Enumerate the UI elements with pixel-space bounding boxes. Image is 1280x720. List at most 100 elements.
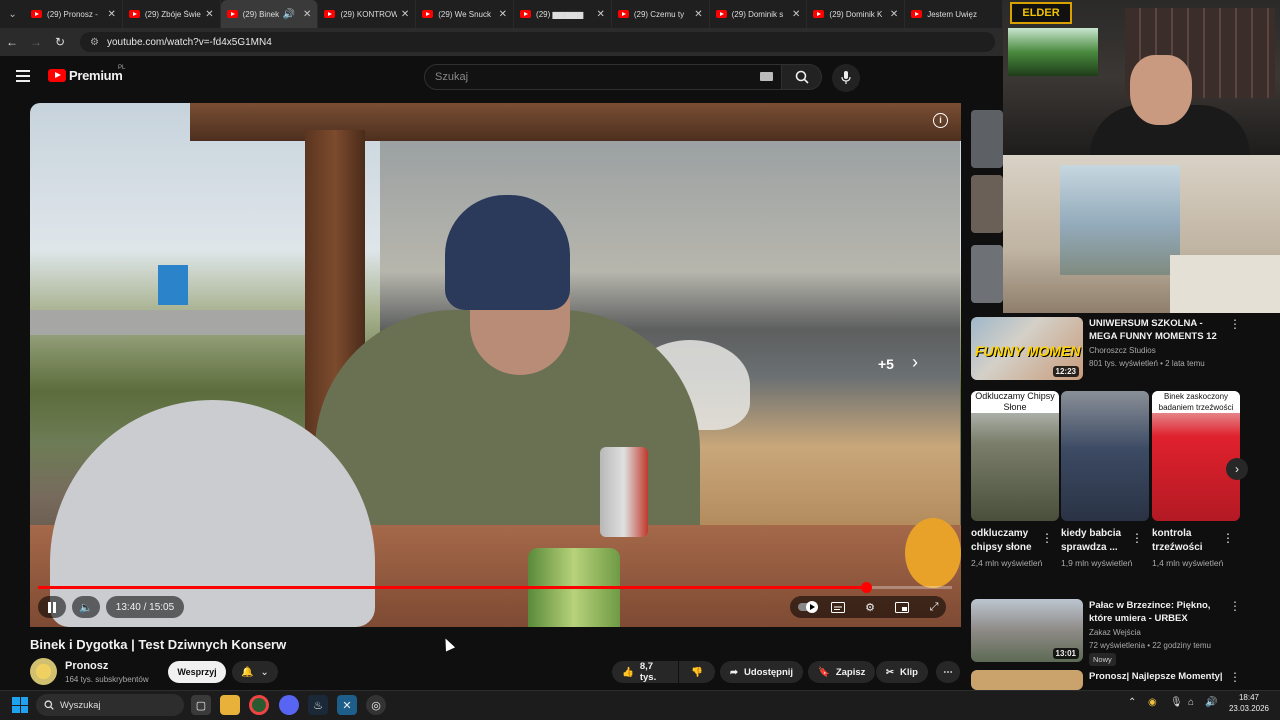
task-view-icon[interactable]: ▢ (191, 695, 211, 715)
close-tab-icon[interactable]: ✕ (792, 9, 800, 20)
browser-tab[interactable]: (29) Zbóje Świe ✕ (123, 0, 221, 28)
share-button[interactable]: ➦ Udostępnij (720, 661, 804, 683)
volume-button[interactable]: 🔈 (72, 596, 100, 618)
video-thumbnail[interactable]: FUNNY MOMEN 12:23 (971, 317, 1083, 380)
support-button[interactable]: Wesprzyj (168, 661, 226, 683)
tab-search-chevron-icon[interactable]: ⌄ (0, 0, 25, 28)
channel-avatar[interactable] (30, 658, 57, 685)
menu-hamburger-icon[interactable] (16, 70, 30, 82)
app-window-icon[interactable]: ✕ (337, 695, 357, 715)
short-item[interactable]: kiedy babcia sprawdza ... 1,9 mln wyświe… (1061, 391, 1149, 569)
close-tab-icon[interactable]: ✕ (107, 9, 115, 20)
taskbar-clock[interactable]: 18:47 23.03.2026 (1224, 692, 1274, 714)
microphone-icon (841, 71, 851, 84)
browser-tab-active[interactable]: (29) Binek 🔊 ✕ (220, 0, 319, 28)
taskbar-search-input[interactable]: Wyszukaj (36, 694, 184, 716)
windows-start-icon[interactable] (12, 697, 28, 713)
more-actions-button[interactable]: ⋯ (936, 661, 960, 683)
chrome-icon[interactable] (249, 695, 269, 715)
like-button[interactable]: 👍 8,7 tys. (612, 661, 678, 683)
site-settings-icon[interactable]: ⚙ (90, 37, 99, 48)
browser-tab[interactable]: (29) We Snuck ✕ (416, 0, 515, 28)
save-button[interactable]: 🔖 Zapisz (808, 661, 876, 683)
progress-scrubber[interactable] (861, 582, 873, 593)
back-arrow-icon[interactable]: ← (0, 35, 24, 49)
browser-tab[interactable]: (29) Dominik K ✕ (807, 0, 906, 28)
video-thumbnail[interactable] (971, 110, 1003, 168)
close-tab-icon[interactable]: ✕ (890, 9, 898, 20)
short-thumbnail[interactable]: Odkluczamy Chipsy Słone (971, 391, 1059, 521)
video-title[interactable]: Pronosz| Najlepsze Momenty| (1089, 670, 1229, 683)
keyboard-icon[interactable] (760, 72, 773, 81)
browser-tab[interactable]: (29) Czemu ty ✕ (612, 0, 710, 28)
recommended-video[interactable]: FUNNY MOMEN 12:23 UNIWERSUM SZKOLNA - ME… (971, 317, 1271, 380)
pause-button[interactable] (38, 596, 66, 618)
voice-search-button[interactable] (832, 64, 860, 92)
more-vertical-icon[interactable]: ⋮ (1229, 599, 1241, 613)
recommended-video[interactable]: Pronosz| Najlepsze Momenty| ⋮ (971, 670, 1271, 690)
video-thumbnail[interactable]: 13:01 (971, 599, 1083, 662)
more-vertical-icon[interactable]: ⋮ (1229, 317, 1241, 331)
short-thumbnail[interactable]: Binek zaskoczony badaniem trzeźwości (1152, 391, 1240, 521)
browser-tab[interactable]: (29) KONTROW ✕ (318, 0, 417, 28)
file-explorer-icon[interactable] (220, 695, 240, 715)
forward-arrow-icon[interactable]: → (24, 35, 48, 49)
settings-gear-icon[interactable]: ⚙ (862, 599, 878, 615)
speaker-tray-icon[interactable]: 🔊 (1205, 697, 1217, 708)
search-input[interactable]: Szukaj (424, 64, 782, 90)
url-field[interactable]: ⚙ youtube.com/watch?v=-fd4x5G1MN4 (80, 32, 995, 52)
video-title[interactable]: Pałac w Brzezince: Piękno, które umiera … (1089, 599, 1229, 625)
youtube-premium-logo[interactable]: Premium PL (48, 65, 125, 83)
miniplayer-icon[interactable] (894, 599, 910, 615)
obs-icon[interactable]: ◎ (366, 695, 386, 715)
autoplay-toggle-icon[interactable] (798, 599, 820, 615)
close-tab-icon[interactable]: ✕ (694, 9, 702, 20)
search-button[interactable] (782, 64, 822, 90)
room-window (1060, 165, 1180, 275)
info-icon[interactable]: i (933, 113, 948, 128)
more-vertical-icon[interactable]: ⋮ (1222, 531, 1234, 545)
video-thumbnail[interactable] (971, 245, 1003, 303)
progress-bar[interactable] (38, 582, 952, 593)
recommended-video[interactable]: 13:01 Pałac w Brzezince: Piękno, które u… (971, 599, 1271, 666)
video-thumbnail[interactable] (971, 175, 1003, 233)
clip-button[interactable]: ✂ Klip (876, 661, 928, 683)
chevron-right-icon[interactable]: › (912, 352, 918, 373)
more-vertical-icon[interactable]: ⋮ (1229, 670, 1241, 684)
more-vertical-icon[interactable]: ⋮ (1131, 531, 1143, 545)
more-vertical-icon[interactable]: ⋮ (1041, 531, 1053, 545)
fullscreen-icon[interactable]: ⤢ (926, 599, 942, 615)
microphone-tray-icon[interactable]: 🎙 (1170, 697, 1183, 708)
tray-chevron-up-icon[interactable]: ⌃ (1128, 697, 1136, 708)
speaker-icon[interactable]: 🔊 (283, 9, 295, 20)
close-tab-icon[interactable]: ✕ (596, 9, 604, 20)
browser-tab[interactable]: (29) Dominik s ✕ (710, 0, 808, 28)
reload-icon[interactable]: ↻ (48, 35, 72, 49)
short-title: odkluczamy chipsy słone (971, 528, 1032, 553)
short-item[interactable]: Odkluczamy Chipsy Słone odkluczamy chips… (971, 391, 1059, 569)
tray-app-icon[interactable]: ◉ (1148, 697, 1157, 708)
steam-icon[interactable]: ♨ (308, 695, 328, 715)
video-title[interactable]: UNIWERSUM SZKOLNA - MEGA FUNNY MOMENTS 1… (1089, 317, 1229, 343)
browser-tab[interactable]: (29) ▆▆▆▆▆ ✕ (514, 0, 612, 28)
time-display: 13:40 / 15:05 (106, 596, 184, 618)
browser-tab[interactable]: (29) Pronosz - ✕ (25, 0, 123, 28)
close-tab-icon[interactable]: ✕ (205, 9, 213, 20)
short-thumbnail[interactable] (1061, 391, 1149, 521)
browser-tab[interactable]: Jestem Uwięz (905, 0, 1003, 28)
close-tab-icon[interactable]: ✕ (303, 9, 311, 20)
end-card-count[interactable]: +5 (878, 356, 894, 372)
youtube-favicon-icon (911, 10, 923, 18)
notifications-button[interactable]: 🔔 ⌄ (232, 661, 278, 683)
close-tab-icon[interactable]: ✕ (401, 9, 409, 20)
dislike-button[interactable]: 👎 (679, 661, 715, 683)
search-icon (795, 70, 809, 84)
video-thumbnail[interactable] (971, 670, 1083, 690)
shorts-next-chevron-icon[interactable]: › (1226, 458, 1248, 480)
subtitles-icon[interactable] (830, 599, 846, 615)
close-tab-icon[interactable]: ✕ (499, 9, 507, 20)
discord-icon[interactable] (279, 695, 299, 715)
channel-name[interactable]: Pronosz (65, 660, 108, 672)
network-icon[interactable]: ⌂ (1188, 697, 1194, 708)
short-item[interactable]: Binek zaskoczony badaniem trzeźwości kon… (1152, 391, 1240, 569)
